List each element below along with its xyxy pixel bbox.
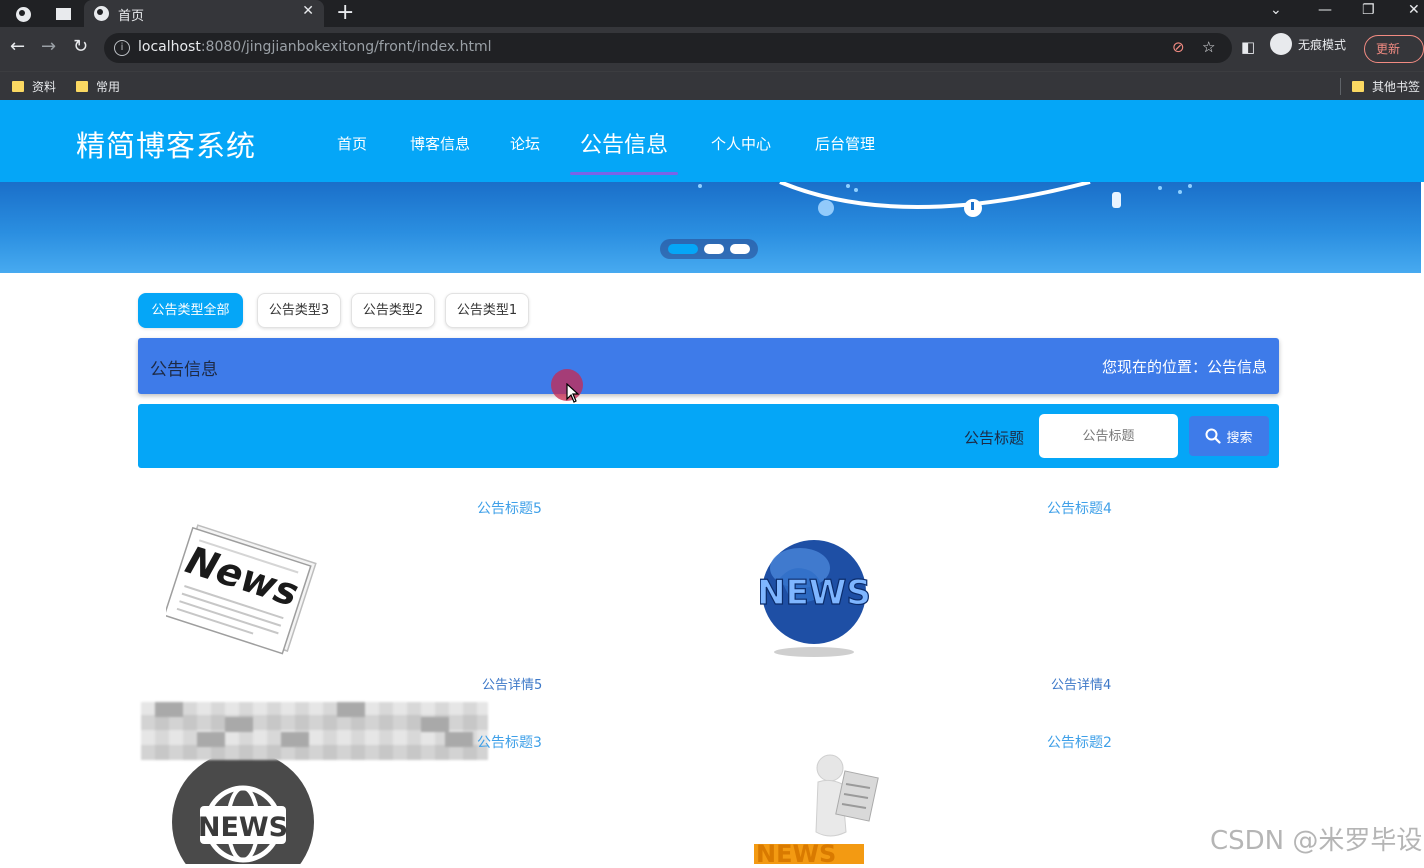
folder-icon: [76, 81, 88, 92]
filter-type-1[interactable]: 公告类型1: [445, 293, 529, 328]
notice-title-link[interactable]: 公告标题2: [1047, 732, 1112, 752]
search-panel: 公告标题 搜索: [138, 404, 1279, 468]
tab-favicon-icon: [94, 6, 109, 21]
search-icon: [1205, 428, 1222, 444]
notice-title-link[interactable]: 公告标题4: [1047, 498, 1112, 518]
notice-title-link[interactable]: 公告标题3: [477, 732, 542, 752]
nav-active-indicator: [570, 172, 678, 175]
nav-blog-info[interactable]: 博客信息: [410, 133, 470, 154]
folder-icon: [1352, 81, 1364, 92]
reload-icon[interactable]: ↻: [73, 36, 88, 57]
new-tab-icon[interactable]: +: [336, 1, 354, 25]
breadcrumb: 公告信息 您现在的位置：公告信息: [138, 338, 1279, 394]
url-text[interactable]: localhost:8080/jingjianbokexitong/front/…: [138, 39, 491, 55]
window-close-icon[interactable]: ✕: [1408, 2, 1420, 18]
carousel-dot-active[interactable]: [668, 244, 698, 254]
notice-detail: 公告详情5: [482, 678, 543, 693]
carousel-dots: [660, 239, 758, 259]
browser-toolbar: ← → ↻ i localhost:8080/jingjianbokexiton…: [0, 27, 1424, 71]
search-label: 公告标题: [964, 429, 1025, 447]
back-icon[interactable]: ←: [10, 36, 25, 57]
site-logo[interactable]: 精简博客系统: [76, 123, 256, 165]
tab-title: 首页: [118, 9, 145, 24]
incognito-icon: [1270, 33, 1292, 55]
search-input[interactable]: [1039, 414, 1178, 458]
notice-image-reading-figure[interactable]: NEWS: [754, 752, 884, 868]
site-info-icon[interactable]: i: [114, 40, 130, 56]
filter-all-types[interactable]: 公告类型全部: [138, 293, 243, 328]
folder-icon: [12, 81, 24, 92]
search-button[interactable]: 搜索: [1189, 416, 1269, 456]
notice-detail: 公告详情4: [1051, 678, 1112, 693]
notice-image-globe[interactable]: NEWS: [757, 528, 871, 662]
address-bar[interactable]: i localhost:8080/jingjianbokexitong/fron…: [104, 33, 1232, 63]
bookmark-separator: [1340, 78, 1341, 95]
bookmark-folder[interactable]: 常用: [76, 78, 120, 95]
redacted-area: [141, 702, 488, 760]
bookmark-star-icon[interactable]: ☆: [1202, 38, 1215, 56]
banner-network-graphic: [698, 182, 1192, 217]
incognito-indicator[interactable]: 无痕模式: [1270, 33, 1346, 55]
nav-home[interactable]: 首页: [337, 133, 367, 154]
tab-list-chevron-icon[interactable]: ⌄: [1270, 2, 1282, 18]
filter-type-3[interactable]: 公告类型3: [257, 293, 341, 328]
forward-icon[interactable]: →: [41, 36, 56, 57]
chrome-globe-icon[interactable]: [14, 5, 32, 23]
update-button[interactable]: 更新: [1364, 35, 1424, 63]
site-header: 精简博客系统 首页 博客信息 论坛 公告信息 个人中心 后台管理: [0, 100, 1424, 182]
filter-type-2[interactable]: 公告类型2: [351, 293, 435, 328]
svg-text:NEWS: NEWS: [756, 840, 836, 864]
notice-image-newspaper[interactable]: News: [163, 512, 318, 672]
browser-tab[interactable]: 首页 ✕: [84, 0, 324, 27]
tab-close-icon[interactable]: ✕: [302, 3, 314, 19]
browser-tab-strip: 首页 ✕ + ⌄ — ❐ ✕: [0, 0, 1424, 27]
nav-personal-center[interactable]: 个人中心: [711, 133, 771, 154]
svg-text:NEWS: NEWS: [760, 573, 870, 613]
translate-blocked-icon[interactable]: ⊘: [1172, 38, 1185, 56]
side-panel-icon[interactable]: ◧: [1241, 38, 1255, 56]
mouse-pointer-icon: [566, 383, 580, 403]
tab-search-icon[interactable]: [54, 5, 72, 23]
bookmarks-bar: 资料 常用 其他书签: [0, 71, 1424, 100]
carousel-dot[interactable]: [730, 244, 750, 254]
minimize-icon[interactable]: —: [1318, 2, 1332, 18]
nav-admin[interactable]: 后台管理: [815, 133, 875, 154]
notice-title-link[interactable]: 公告标题5: [477, 498, 542, 518]
page-title: 公告信息: [150, 360, 218, 380]
carousel-dot[interactable]: [704, 244, 724, 254]
banner-carousel[interactable]: [0, 182, 1421, 273]
bookmark-folder[interactable]: 资料: [12, 78, 56, 95]
nav-forum[interactable]: 论坛: [510, 133, 540, 154]
restore-icon[interactable]: ❐: [1362, 2, 1375, 18]
breadcrumb-location: 您现在的位置：公告信息: [1101, 358, 1267, 376]
watermark: CSDN @米罗毕设: [1210, 826, 1423, 856]
other-bookmarks[interactable]: 其他书签: [1352, 78, 1420, 95]
nav-notices[interactable]: 公告信息: [580, 127, 668, 159]
svg-text:NEWS: NEWS: [198, 812, 288, 843]
